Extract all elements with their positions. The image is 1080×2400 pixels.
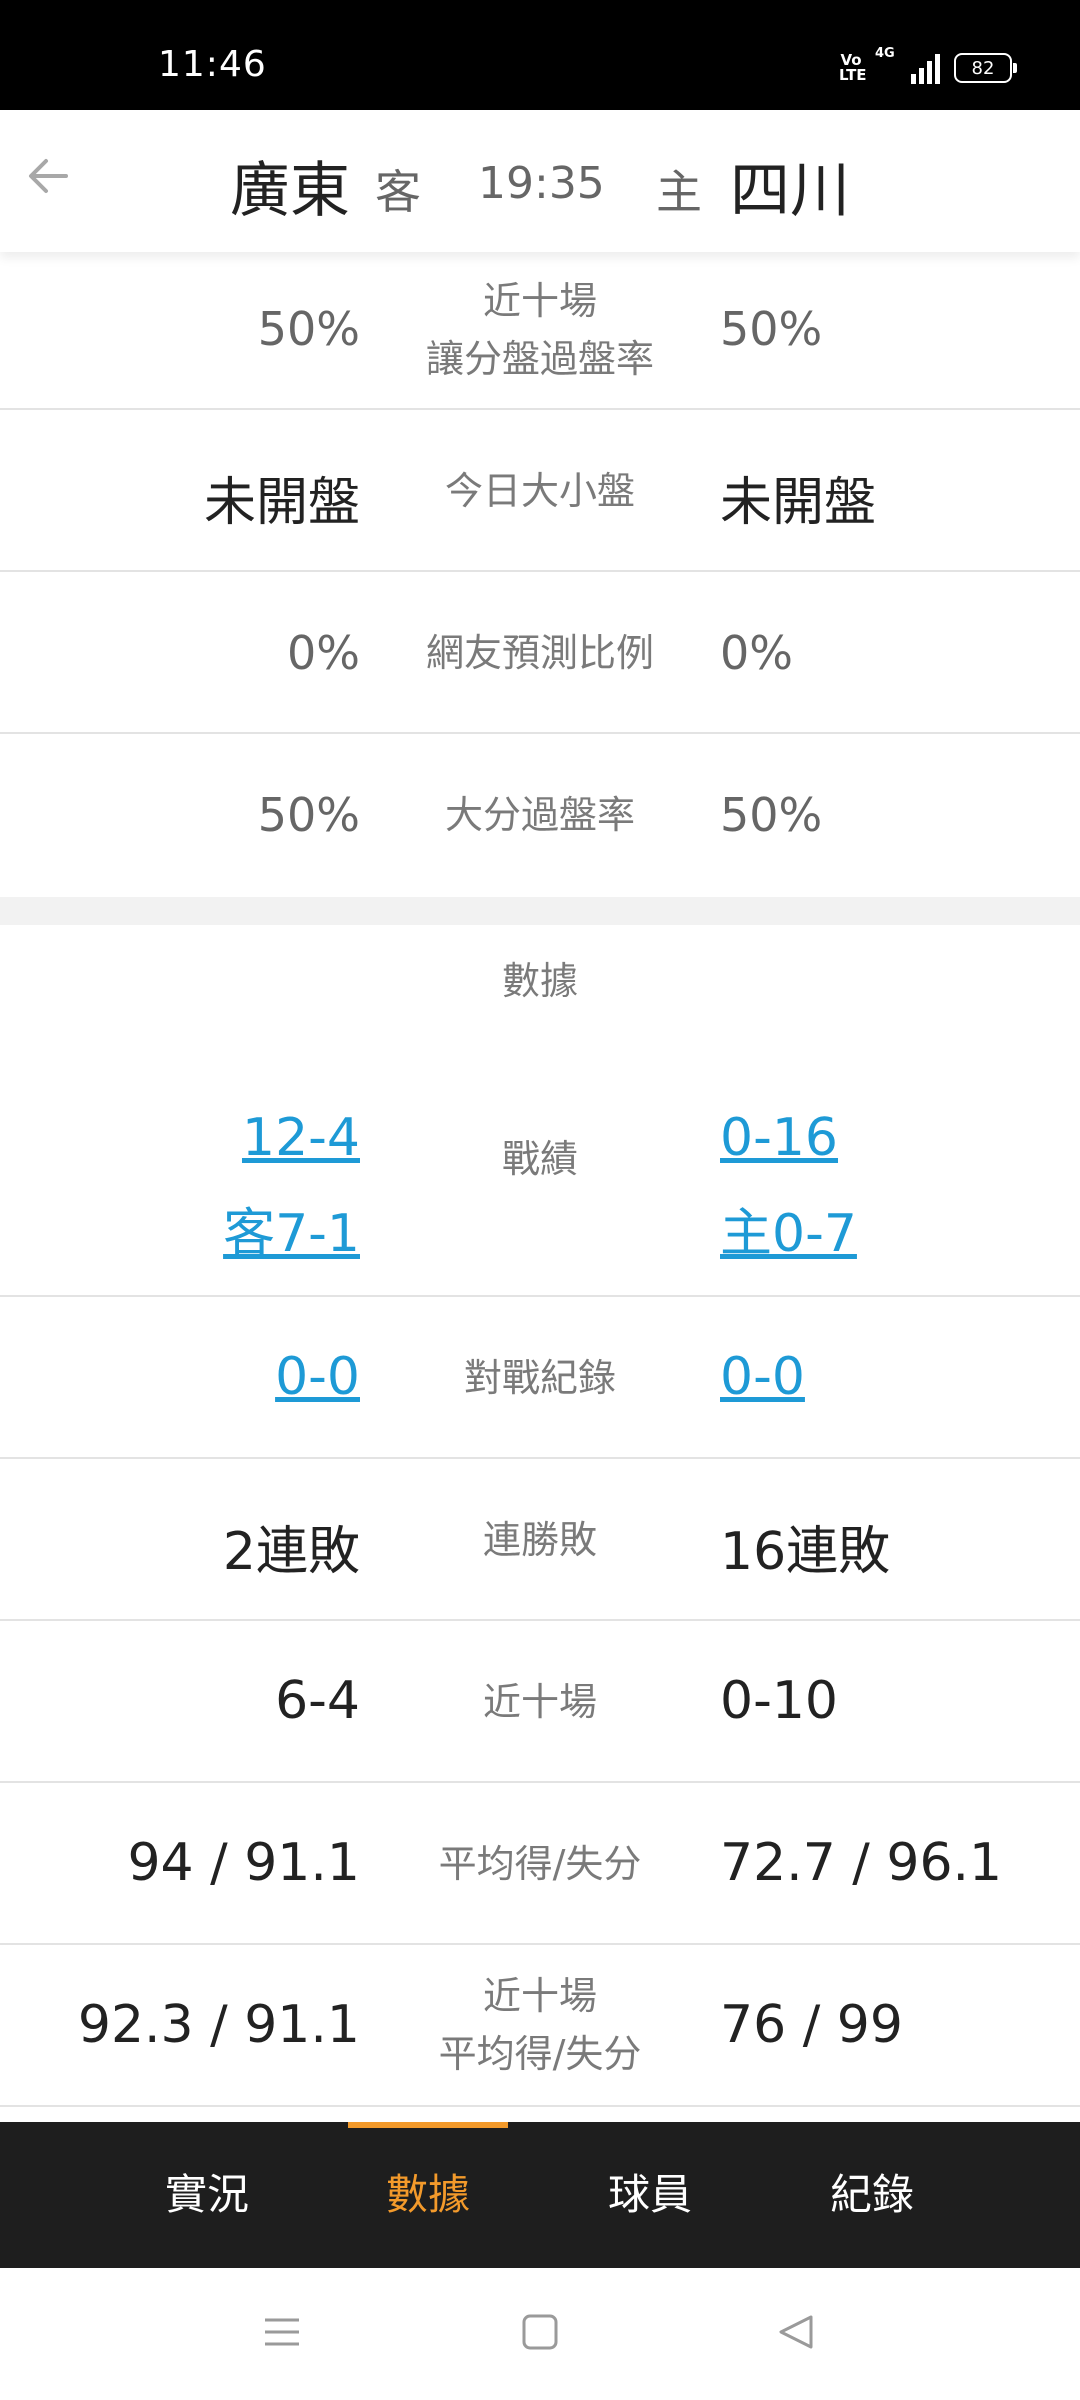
home-role-label: 主 [656,165,702,219]
system-nav-bar [0,2268,1080,2400]
tab-data[interactable]: 數據 [348,2122,508,2268]
stat-label-line2: 平均得/失分 [438,2032,642,2076]
home-record-link[interactable]: 0-16 [720,1090,857,1186]
stat-left: 50% [257,788,360,842]
away-split-record-link[interactable]: 客7-1 [223,1186,360,1282]
match-time: 19:35 [478,158,605,209]
signal-icon: 4G [875,46,940,84]
stat-left: 92.3 / 91.1 [77,1995,360,2055]
stat-right: 未開盤 [720,473,877,533]
home-split-record-link[interactable]: 主0-7 [720,1186,857,1282]
match-header: 廣東 客 19:35 主 四川 [0,110,1080,252]
stat-label-line2: 讓分盤過盤率 [425,337,654,381]
stat-label: 今日大小盤 [444,469,635,513]
away-record-link[interactable]: 12-4 [223,1090,360,1186]
away-role-label: 客 [375,165,421,219]
stat-right: 16連敗 [720,1522,891,1582]
stat-row-total-line: 未開盤 今日大小盤 未開盤 [0,410,1080,572]
stat-right: 0-10 [720,1671,839,1731]
stat-label-line1: 近十場 [482,279,597,323]
stat-right: 50% [720,302,823,356]
record-right: 0-16 主0-7 [720,1090,857,1282]
stat-label: 連勝敗 [482,1518,597,1562]
stat-row-head-to-head: 0-0 對戰紀錄 0-0 [0,1297,1080,1459]
away-h2h-link[interactable]: 0-0 [275,1347,360,1407]
battery-level: 82 [971,57,995,79]
stat-label: 戰績 [501,1137,578,1181]
stat-label: 大分過盤率 [444,793,635,837]
battery-icon: 82 [954,53,1017,83]
section-divider [0,897,1080,925]
stat-row-last-ten: 6-4 近十場 0-10 [0,1621,1080,1783]
stat-left: 94 / 91.1 [127,1833,360,1893]
bottom-tab-bar: 實況 數據 球員 紀錄 [0,2122,1080,2268]
stat-label: 網友預測比例 [425,631,654,675]
volte-icon: Vo LTE [839,51,867,84]
stat-label: 近十場 讓分盤過盤率 [360,272,720,388]
stat-label-line1: 近十場 [482,1974,597,2018]
stat-left: 50% [257,302,360,356]
stat-left: 6-4 [275,1671,360,1731]
stat-row-spread-cover: 50% 近十場 讓分盤過盤率 50% [0,252,1080,410]
tab-live[interactable]: 實況 [127,2122,287,2268]
network-type-label: 4G [875,46,895,61]
stat-label: 平均得/失分 [438,1842,642,1886]
back-arrow-icon[interactable] [22,150,74,202]
stat-row-last-ten-avg: 92.3 / 91.1 近十場 平均得/失分 76 / 99 [0,1945,1080,2107]
stat-row-user-prediction: 0% 網友預測比例 0% [0,572,1080,734]
stat-row-avg-points: 94 / 91.1 平均得/失分 72.7 / 96.1 [0,1783,1080,1945]
stat-right: 50% [720,788,823,842]
stat-row-record: 12-4 客7-1 戰績 0-16 主0-7 [0,1030,1080,1297]
stat-right: 0% [720,626,793,680]
status-bar: 11:46 Vo LTE 4G 82 [0,0,1080,110]
stat-left: 2連敗 [222,1522,360,1582]
tab-data-label: 數據 [385,2170,470,2219]
menu-icon[interactable] [262,2312,302,2352]
status-icons: Vo LTE 4G 82 [839,46,1017,86]
section-title: 數據 [501,959,578,1003]
back-triangle-icon[interactable] [776,2312,816,2352]
stat-label: 近十場 平均得/失分 [360,1967,720,2083]
home-h2h-link[interactable]: 0-0 [720,1347,805,1407]
away-team-name: 廣東 [230,156,350,226]
stat-left: 未開盤 [203,473,360,533]
active-tab-indicator [348,2122,508,2128]
stat-row-over-cover: 50% 大分過盤率 50% [0,734,1080,897]
status-time: 11:46 [158,44,267,85]
record-left: 12-4 客7-1 [223,1090,360,1282]
tab-players[interactable]: 球員 [570,2122,730,2268]
stat-label: 對戰紀錄 [463,1356,616,1400]
page: 11:46 Vo LTE 4G 82 廣東 客 19:35 主 四川 50% 近… [0,0,1080,2400]
stat-right: 76 / 99 [720,1995,903,2055]
stat-right: 72.7 / 96.1 [720,1833,1003,1893]
stat-label: 近十場 [482,1680,597,1724]
stat-left: 0% [287,626,360,680]
tab-records[interactable]: 紀錄 [792,2122,952,2268]
home-square-icon[interactable] [520,2312,560,2352]
stat-row-streak: 2連敗 連勝敗 16連敗 [0,1459,1080,1621]
home-team-name: 四川 [730,156,850,226]
